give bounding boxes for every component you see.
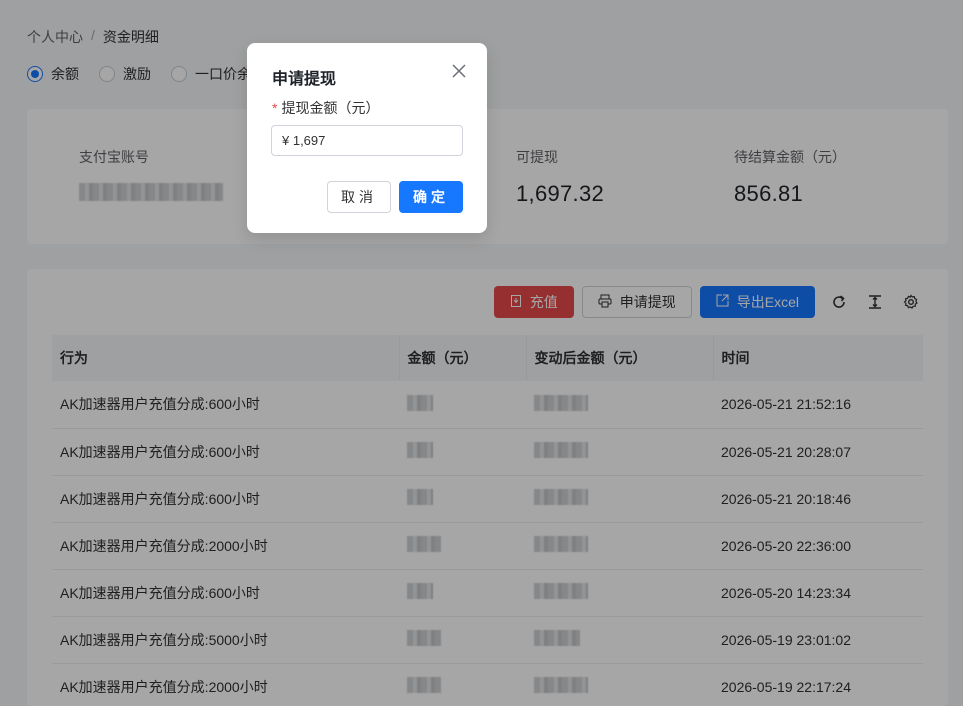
withdraw-dialog: 申请提现 * 提现金额（元） ¥ 1,697 取消 确定 xyxy=(247,43,487,233)
withdraw-amount-label: * 提现金额（元） xyxy=(272,98,379,118)
required-mark: * xyxy=(272,100,278,116)
cancel-button[interactable]: 取消 xyxy=(327,181,391,213)
field-label-text: 提现金额（元） xyxy=(281,100,380,116)
confirm-button[interactable]: 确定 xyxy=(399,181,463,213)
dialog-title: 申请提现 xyxy=(272,71,337,88)
close-icon[interactable] xyxy=(451,63,467,79)
withdraw-amount-input[interactable]: ¥ 1,697 xyxy=(271,125,463,156)
